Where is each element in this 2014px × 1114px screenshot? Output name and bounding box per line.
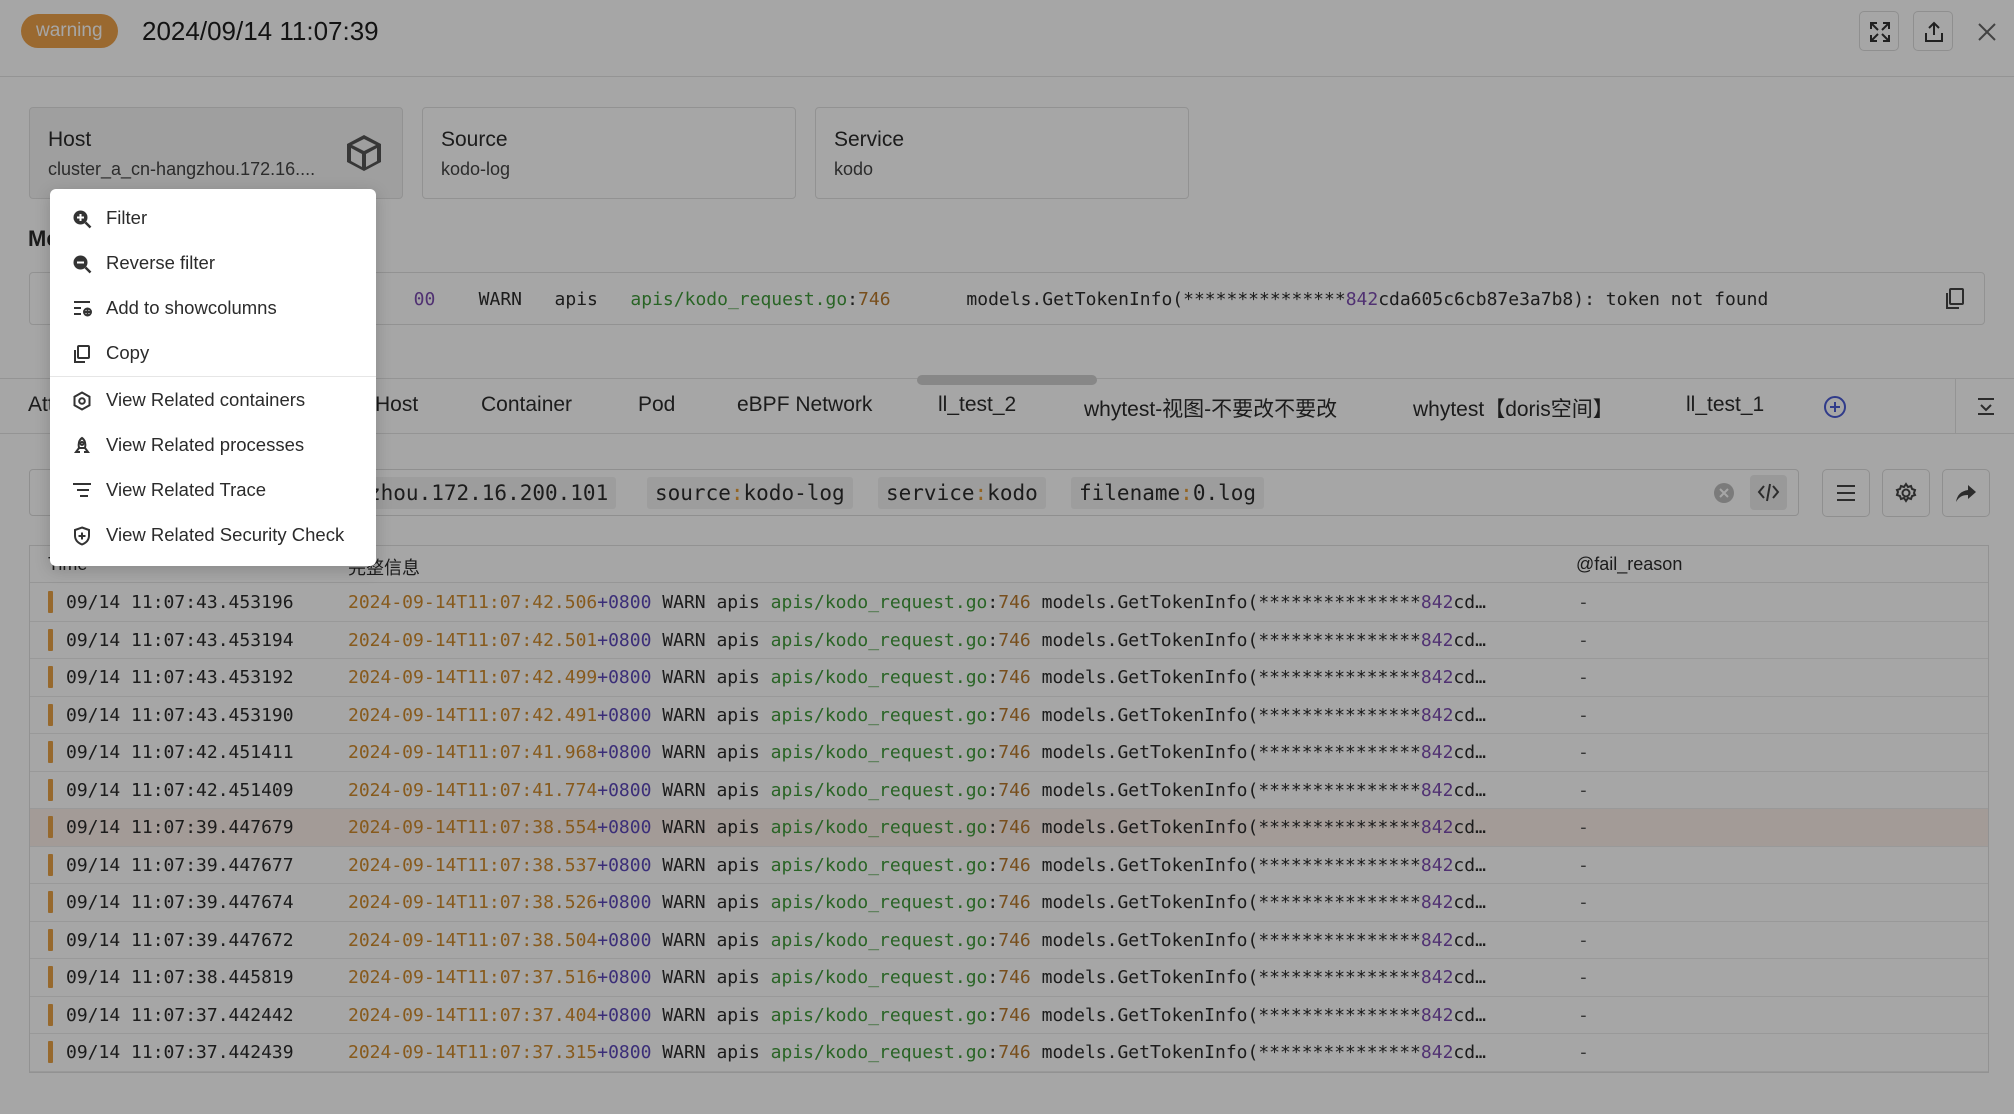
menu-item-related-containers[interactable]: View Related containers [50,377,376,422]
copy-icon [74,345,90,363]
menu-item-add-to-showcolumns[interactable]: Add to showcolumns [50,285,376,330]
shield-icon [74,526,90,546]
menu-item-related-security-check[interactable]: View Related Security Check [50,512,376,557]
trace-icon [73,483,91,497]
process-icon [74,436,90,453]
menu-item-related-processes[interactable]: View Related processes [50,422,376,467]
container-icon [73,391,91,411]
menu-item-reverse-filter[interactable]: Reverse filter [50,240,376,285]
menu-item-related-trace[interactable]: View Related Trace [50,467,376,512]
zoom-out-icon [73,255,92,274]
zoom-in-icon [73,210,92,229]
menu-item-copy[interactable]: Copy [50,330,376,375]
add-column-icon [74,301,92,317]
context-menu: Filter Reverse filter Add to showcolumns… [50,189,376,566]
menu-item-filter[interactable]: Filter [50,195,376,240]
